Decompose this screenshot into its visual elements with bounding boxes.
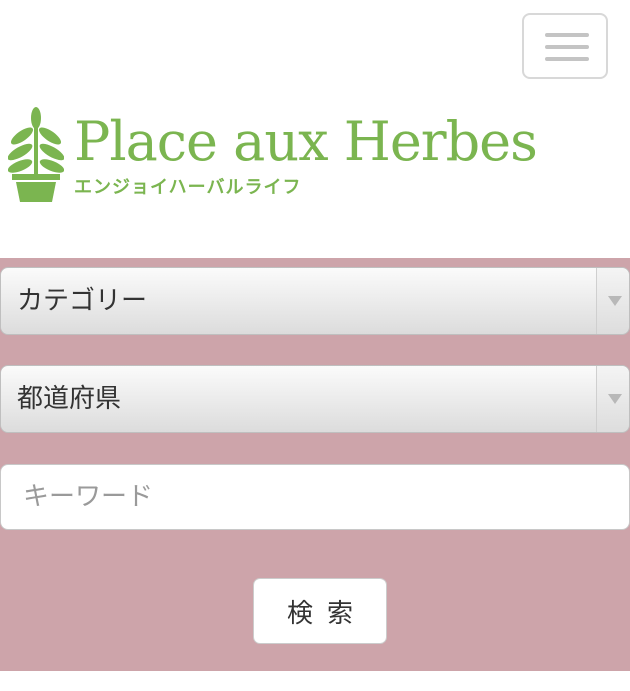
prefecture-select-value: 都道府県 bbox=[17, 384, 122, 414]
category-select-value: カテゴリー bbox=[17, 286, 148, 316]
menu-toggle-button[interactable] bbox=[522, 13, 608, 79]
category-select[interactable]: カテゴリー bbox=[0, 267, 630, 335]
logo-subtitle: エンジョイハーバルライフ bbox=[74, 177, 302, 198]
logo-title: Place aux Herbes bbox=[74, 110, 538, 173]
triangle-down-icon bbox=[608, 296, 622, 306]
hamburger-icon-bar-middle bbox=[545, 45, 589, 49]
search-panel: カテゴリー 都道府県 検索 bbox=[0, 258, 630, 671]
site-logo[interactable]: Place aux Herbes エンジョイハーバルライフ bbox=[8, 104, 568, 214]
search-button[interactable]: 検索 bbox=[253, 578, 387, 644]
category-select-arrow[interactable] bbox=[596, 268, 629, 334]
potted-herb-icon bbox=[8, 107, 64, 202]
page: Place aux Herbes エンジョイハーバルライフ カテゴリー 都道府県… bbox=[0, 0, 630, 691]
hamburger-icon-bar-bottom bbox=[545, 57, 589, 61]
triangle-down-icon bbox=[608, 394, 622, 404]
prefecture-select-arrow[interactable] bbox=[596, 366, 629, 432]
keyword-input[interactable] bbox=[0, 464, 630, 530]
prefecture-select[interactable]: 都道府県 bbox=[0, 365, 630, 433]
hamburger-icon-bar-top bbox=[545, 33, 589, 37]
